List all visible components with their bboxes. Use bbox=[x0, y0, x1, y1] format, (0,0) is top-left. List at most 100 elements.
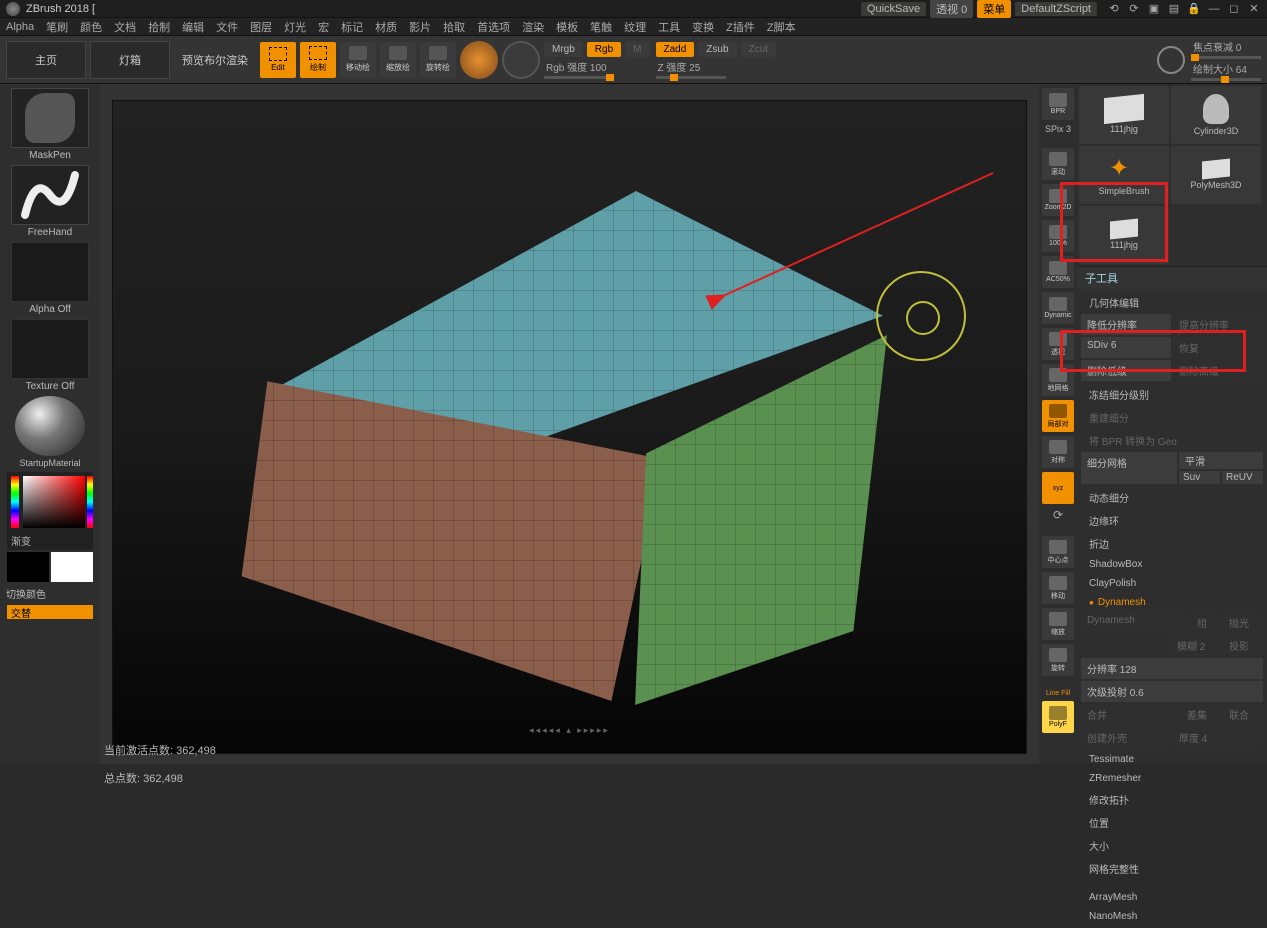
focal-shift-label[interactable]: 焦点衰减 0 bbox=[1191, 39, 1261, 54]
menu-stroke[interactable]: 笔触 bbox=[590, 19, 612, 35]
claypolish-item[interactable]: ClayPolish bbox=[1081, 574, 1263, 593]
reuv-button[interactable]: ReUV bbox=[1222, 471, 1263, 484]
merge-button[interactable]: 合并 bbox=[1081, 704, 1179, 725]
focal-shift-slider[interactable] bbox=[1191, 56, 1261, 59]
boolean-preview-label[interactable]: 预览布尔渲染 bbox=[174, 41, 256, 79]
win-btn-2-icon[interactable]: ⟳ bbox=[1127, 2, 1141, 16]
nanomesh-item[interactable]: NanoMesh bbox=[1081, 907, 1263, 926]
lower-res-button[interactable]: 降低分辨率 bbox=[1081, 314, 1171, 335]
aahalf-button[interactable]: AC50% bbox=[1042, 256, 1074, 288]
menu-document[interactable]: 文档 bbox=[114, 19, 136, 35]
zremesher-item[interactable]: ZRemesher bbox=[1081, 769, 1263, 788]
z-intensity-slider[interactable] bbox=[656, 76, 726, 79]
menu-transform[interactable]: 变换 bbox=[692, 19, 714, 35]
win-btn-3-icon[interactable]: ▣ bbox=[1147, 2, 1161, 16]
center-button[interactable]: 中心点 bbox=[1042, 536, 1074, 568]
rebuild-subdiv-button[interactable]: 重建细分 bbox=[1081, 406, 1263, 429]
win-minimize-icon[interactable]: — bbox=[1207, 2, 1221, 16]
menu-light[interactable]: 灯光 bbox=[284, 19, 306, 35]
crease-item[interactable]: 折边 bbox=[1081, 532, 1263, 555]
quicksave-button[interactable]: QuickSave bbox=[861, 2, 926, 16]
edit-mode-button[interactable]: Edit bbox=[260, 42, 296, 78]
default-zscript-button[interactable]: DefaultZScript bbox=[1015, 2, 1097, 16]
restore-button[interactable]: 恢复 bbox=[1173, 337, 1263, 358]
alpha-selector[interactable]: Alpha Off bbox=[6, 242, 94, 317]
hue-strip-right[interactable] bbox=[87, 476, 93, 528]
menu-alpha[interactable]: Alpha bbox=[6, 21, 34, 33]
zcut-button[interactable]: Zcut bbox=[741, 42, 776, 57]
menu-file[interactable]: 文件 bbox=[216, 19, 238, 35]
tessimate-item[interactable]: Tessimate bbox=[1081, 750, 1263, 769]
scroll-button[interactable]: 滚动 bbox=[1042, 148, 1074, 180]
dynamesh-button[interactable]: Dynamesh bbox=[1081, 612, 1189, 633]
tool-thumb-1[interactable]: 111jhjg bbox=[1079, 86, 1169, 144]
polyf-button[interactable]: PolyF bbox=[1042, 701, 1074, 733]
draw-size-slider[interactable] bbox=[1191, 78, 1261, 81]
union-button[interactable]: 联合 bbox=[1223, 704, 1263, 725]
bpr-to-geo-button[interactable]: 将 BPR 转换为 Geo bbox=[1081, 429, 1263, 452]
menu-movie[interactable]: 影片 bbox=[409, 19, 431, 35]
menu-button[interactable]: 菜单 bbox=[977, 0, 1011, 18]
dynamic-subdiv-item[interactable]: 动态细分 bbox=[1081, 486, 1263, 509]
hue-strip-left[interactable] bbox=[11, 476, 19, 528]
swatch-secondary[interactable] bbox=[51, 552, 93, 582]
menu-preferences[interactable]: 首选项 bbox=[477, 19, 510, 35]
group-button[interactable]: 组 bbox=[1191, 612, 1221, 633]
zadd-button[interactable]: Zadd bbox=[656, 42, 695, 57]
gizmo3d-button[interactable] bbox=[502, 41, 540, 79]
freeze-subdiv-button[interactable]: 冻结细分级别 bbox=[1081, 383, 1263, 406]
suv-button[interactable]: Suv bbox=[1179, 471, 1220, 484]
persp-button[interactable]: 透视 bbox=[1042, 328, 1074, 360]
position-item[interactable]: 位置 bbox=[1081, 811, 1263, 834]
arraymesh-item[interactable]: ArrayMesh bbox=[1081, 888, 1263, 907]
rgb-intensity-label[interactable]: Rgb 强度 100 bbox=[544, 59, 650, 74]
spix-label[interactable]: SPix 3 bbox=[1045, 124, 1071, 134]
mrgb-button[interactable]: Mrgb bbox=[544, 42, 583, 57]
alternate-button[interactable]: 交替 bbox=[7, 605, 93, 619]
tool-thumb-4[interactable]: 111jhjg bbox=[1079, 206, 1169, 264]
stroke-selector[interactable]: FreeHand bbox=[6, 165, 94, 240]
resolution-slider[interactable]: 分辨率 128 bbox=[1081, 658, 1263, 679]
move-view-button[interactable]: 移动 bbox=[1042, 572, 1074, 604]
menu-render[interactable]: 渲染 bbox=[522, 19, 544, 35]
z-intensity-label[interactable]: Z 强度 25 bbox=[656, 59, 776, 74]
menu-zscript[interactable]: Z脚本 bbox=[767, 19, 796, 35]
menu-brush[interactable]: 笔刷 bbox=[46, 19, 68, 35]
dynamesh-header[interactable]: Dynamesh bbox=[1081, 593, 1263, 612]
rotate-gizmo-button[interactable]: 旋转绘 bbox=[420, 42, 456, 78]
rotate-view-button[interactable]: 旋转 bbox=[1042, 644, 1074, 676]
smooth-button[interactable]: 平滑 bbox=[1179, 452, 1263, 469]
dynamic-button[interactable]: Dynamic bbox=[1042, 292, 1074, 324]
tool-thumb-5[interactable]: PolyMesh3D bbox=[1171, 146, 1261, 204]
subtool-header[interactable]: 子工具 bbox=[1077, 266, 1267, 289]
menu-stencil[interactable]: 模板 bbox=[556, 19, 578, 35]
color-picker[interactable]: 渐变 bbox=[7, 472, 93, 550]
draw-size-label[interactable]: 绘制大小 64 bbox=[1191, 61, 1261, 76]
switch-color-label[interactable]: 切换颜色 bbox=[2, 584, 50, 603]
menu-macro[interactable]: 宏 bbox=[318, 19, 329, 35]
tool-thumb-3[interactable]: ✦SimpleBrush bbox=[1079, 146, 1169, 204]
sym-button[interactable]: 对称 bbox=[1042, 436, 1074, 468]
menu-edit[interactable]: 编辑 bbox=[182, 19, 204, 35]
win-btn-4-icon[interactable]: ▤ bbox=[1167, 2, 1181, 16]
geometry-header[interactable]: 几何体编辑 bbox=[1081, 291, 1263, 314]
zoom2d-button[interactable]: Zoom2D bbox=[1042, 184, 1074, 216]
swatch-main[interactable] bbox=[7, 552, 49, 582]
material-selector[interactable]: StartupMaterial bbox=[6, 396, 94, 470]
diff-button[interactable]: 差集 bbox=[1181, 704, 1221, 725]
tool-thumb-2[interactable]: Cylinder3D bbox=[1171, 86, 1261, 144]
zsub-button[interactable]: Zsub bbox=[698, 42, 736, 57]
win-maximize-icon[interactable]: ◻ bbox=[1227, 2, 1241, 16]
subproj-slider[interactable]: 次级投射 0.6 bbox=[1081, 681, 1263, 702]
canvas[interactable] bbox=[112, 100, 1027, 754]
menu-layer[interactable]: 图层 bbox=[250, 19, 272, 35]
frame-button[interactable]: ⟳ bbox=[1053, 508, 1063, 522]
sv-square[interactable] bbox=[23, 476, 85, 528]
m-button[interactable]: M bbox=[625, 42, 649, 57]
mesh-integrity-item[interactable]: 网格完整性 bbox=[1081, 857, 1263, 880]
size-item[interactable]: 大小 bbox=[1081, 834, 1263, 857]
actual-size-button[interactable]: 100% bbox=[1042, 220, 1074, 252]
del-higher-button[interactable]: 删除高级 bbox=[1173, 360, 1263, 381]
localsym-button[interactable]: 局部对 bbox=[1042, 400, 1074, 432]
menu-marker[interactable]: 标记 bbox=[341, 19, 363, 35]
